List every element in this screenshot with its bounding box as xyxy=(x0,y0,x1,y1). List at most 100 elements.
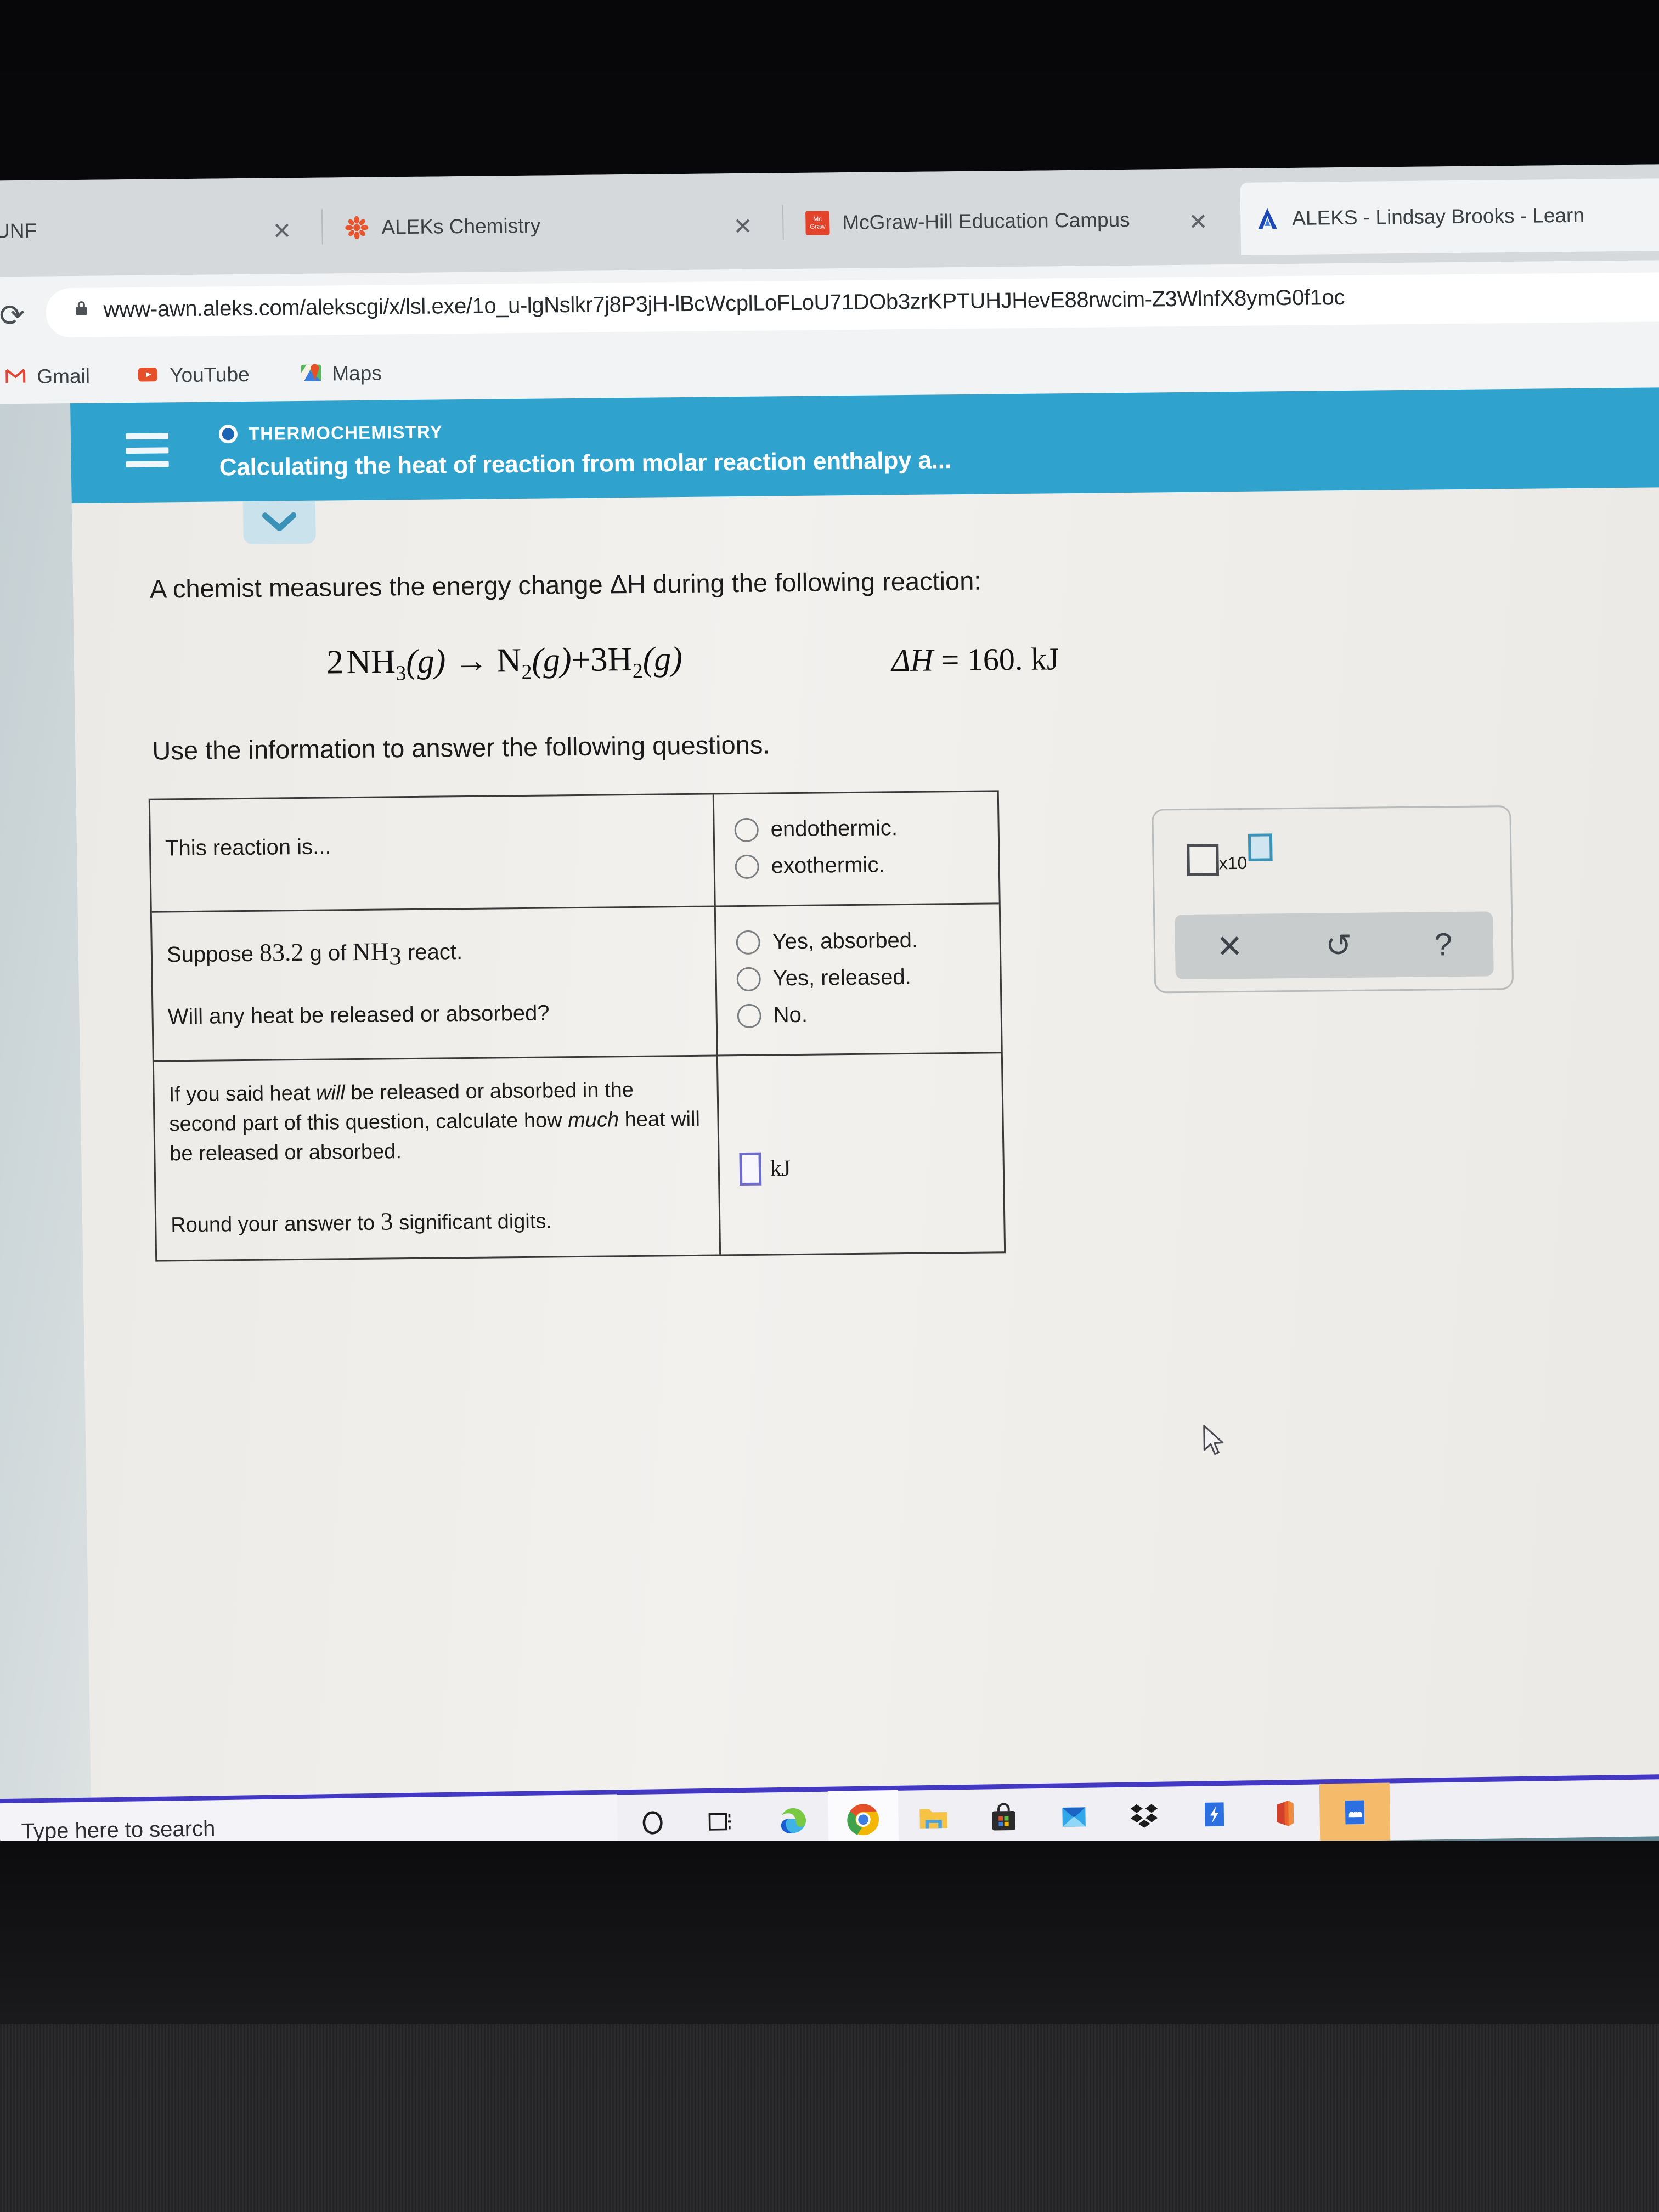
eq-reactant-coeff: 2 xyxy=(326,644,344,681)
tab-divider xyxy=(321,209,323,245)
row2-prefix: Suppose xyxy=(166,941,260,967)
bookmark-gmail[interactable]: Gmail xyxy=(3,360,91,394)
answer-input[interactable] xyxy=(739,1152,762,1186)
table-row: This reaction is... endothermic. exother… xyxy=(150,792,999,913)
chemical-equation: 2 NH3(g) → N2(g)+3H2(g) xyxy=(326,640,683,686)
question-intro-text: A chemist measures the energy change ΔH … xyxy=(149,566,981,603)
row3-line1a: If you said heat xyxy=(168,1081,317,1107)
laptop-photo: Wings - UNF ✕ ALEKs Chemistry xyxy=(0,0,1659,2212)
tab-title: McGraw-Hill Education Campus xyxy=(842,208,1130,234)
question-instruction-text: Use the information to answer the follow… xyxy=(152,730,770,765)
lock-icon xyxy=(76,301,87,315)
radio-button-icon[interactable] xyxy=(734,817,759,842)
radio-option-endothermic[interactable]: endothermic. xyxy=(734,815,986,843)
tab-close-button-2[interactable]: ✕ xyxy=(1188,208,1208,235)
table-prompt-cell: Suppose 83.2 g of NH3 react. Will any he… xyxy=(151,907,718,1060)
row3-line1-emphasis: will xyxy=(315,1081,346,1105)
answer-input-row: kJ xyxy=(730,1068,991,1186)
math-tool-palette: x10 ✕ ↺ ? xyxy=(1152,805,1514,994)
tab-title: ALEKs Chemistry xyxy=(381,214,541,239)
row3-line1b: be released or absorbed in xyxy=(345,1079,599,1105)
eq-product1-sub: 2 xyxy=(521,661,532,684)
radio-label: endothermic. xyxy=(770,816,898,842)
sci-base-box-icon xyxy=(1187,844,1220,876)
app-orange-icon[interactable] xyxy=(1319,1782,1391,1842)
radio-option-no[interactable]: No. xyxy=(737,1001,989,1029)
aleks-a-icon xyxy=(1255,206,1280,231)
reload-icon[interactable]: ⟳ xyxy=(0,297,25,334)
browser-tab-1[interactable]: ALEKs Chemistry xyxy=(329,188,731,264)
browser-tab-3[interactable]: ALEKS - Lindsay Brooks - Learn xyxy=(1240,178,1659,255)
enthalpy-symbol: ΔH xyxy=(891,642,934,679)
bookmark-maps[interactable]: Maps xyxy=(299,357,382,390)
eq-product2-coeff: 3 xyxy=(590,641,608,679)
assignment-title: Calculating the heat of reaction from mo… xyxy=(219,447,952,481)
question-body: A chemist measures the energy change ΔH … xyxy=(72,487,1659,1776)
row3-prompt: If you said heat will be released or abs… xyxy=(168,1075,703,1170)
table-row: Suppose 83.2 g of NH3 react. Will any he… xyxy=(151,904,1001,1062)
youtube-icon xyxy=(134,364,161,387)
enthalpy-unit: kJ xyxy=(1030,641,1059,677)
eq-reactant-state: (g) xyxy=(405,642,446,681)
eq-reactant-sub: 3 xyxy=(395,662,407,685)
tab-divider xyxy=(782,205,784,240)
file-explorer-icon[interactable] xyxy=(898,1789,969,1848)
radio-label: Yes, absorbed. xyxy=(772,928,918,954)
round-suffix: significant digits. xyxy=(393,1210,552,1235)
row2-substance: NH xyxy=(352,937,390,966)
laptop-keyboard-deck xyxy=(0,2024,1659,2212)
table-answer-cell: endothermic. exothermic. xyxy=(714,792,999,905)
browser-tab-2[interactable]: Mc Graw McGraw-Hill Education Campus xyxy=(790,183,1244,259)
hamburger-menu-icon[interactable] xyxy=(125,433,169,468)
radio-option-yes-absorbed[interactable]: Yes, absorbed. xyxy=(736,928,988,955)
table-prompt-cell: This reaction is... xyxy=(150,794,716,911)
tab-close-button-0[interactable]: ✕ xyxy=(272,217,292,244)
radio-button-icon[interactable] xyxy=(735,854,760,879)
radio-label: exothermic. xyxy=(771,853,885,878)
row2-mass: 83.2 xyxy=(259,938,304,967)
eq-reactant: NH xyxy=(346,643,396,681)
radio-label: Yes, released. xyxy=(772,964,912,991)
eq-plus: + xyxy=(571,641,591,679)
page-content: THERMOCHEMISTRY Calculating the heat of … xyxy=(70,387,1659,1859)
radio-button-icon[interactable] xyxy=(736,967,761,991)
sig-digits: 3 xyxy=(380,1207,393,1235)
microsoft-office-icon[interactable] xyxy=(1249,1784,1321,1842)
radio-option-yes-released[interactable]: Yes, released. xyxy=(736,964,988,992)
tab-close-button-1[interactable]: ✕ xyxy=(733,213,753,240)
topic-row: THERMOCHEMISTRY xyxy=(218,421,443,444)
svg-text:Graw: Graw xyxy=(810,223,826,230)
dropbox-icon[interactable] xyxy=(1109,1786,1180,1844)
help-button[interactable]: ? xyxy=(1434,926,1452,963)
microsoft-store-icon[interactable] xyxy=(968,1788,1040,1847)
table-prompt-cell: If you said heat will be released or abs… xyxy=(154,1056,721,1260)
eq-product2-state: (g) xyxy=(642,640,683,678)
undo-button[interactable]: ↺ xyxy=(1325,927,1352,964)
question-table: This reaction is... endothermic. exother… xyxy=(148,790,1006,1262)
row1-prompt: This reaction is... xyxy=(165,834,331,861)
radio-button-icon[interactable] xyxy=(736,930,761,955)
tab-title: ALEKS - Lindsay Brooks - Learn xyxy=(1291,204,1585,229)
bookmark-youtube[interactable]: YouTube xyxy=(134,358,250,392)
app-blue-icon[interactable] xyxy=(1179,1785,1250,1843)
bookmark-label: YouTube xyxy=(169,363,250,387)
aleks-flower-icon xyxy=(344,215,370,240)
laptop-screen: Wings - UNF ✕ ALEKs Chemistry xyxy=(0,163,1659,1860)
browser-tab-0[interactable]: Wings - UNF xyxy=(0,193,221,268)
radio-label: No. xyxy=(773,1002,808,1028)
radio-button-icon[interactable] xyxy=(737,1003,762,1028)
google-chrome-icon[interactable] xyxy=(827,1790,899,1849)
bookmark-label: Gmail xyxy=(36,364,91,388)
enthalpy-value: ΔH = 160. kJ xyxy=(891,640,1059,679)
aleks-page: THERMOCHEMISTRY Calculating the heat of … xyxy=(0,387,1659,1860)
eq-product2: H xyxy=(607,640,633,679)
row2-mid: g of xyxy=(303,941,353,966)
scientific-notation-button[interactable]: x10 xyxy=(1187,833,1273,876)
mouse-cursor xyxy=(1203,1425,1224,1455)
row3-rounding: Round your answer to 3 significant digit… xyxy=(171,1200,705,1242)
radio-option-exothermic[interactable]: exothermic. xyxy=(735,852,986,879)
clear-button[interactable]: ✕ xyxy=(1216,928,1244,965)
browser-tab-strip: Wings - UNF ✕ ALEKs Chemistry xyxy=(0,163,1659,277)
mail-icon[interactable] xyxy=(1039,1787,1110,1846)
table-answer-cell: kJ xyxy=(718,1053,1004,1254)
